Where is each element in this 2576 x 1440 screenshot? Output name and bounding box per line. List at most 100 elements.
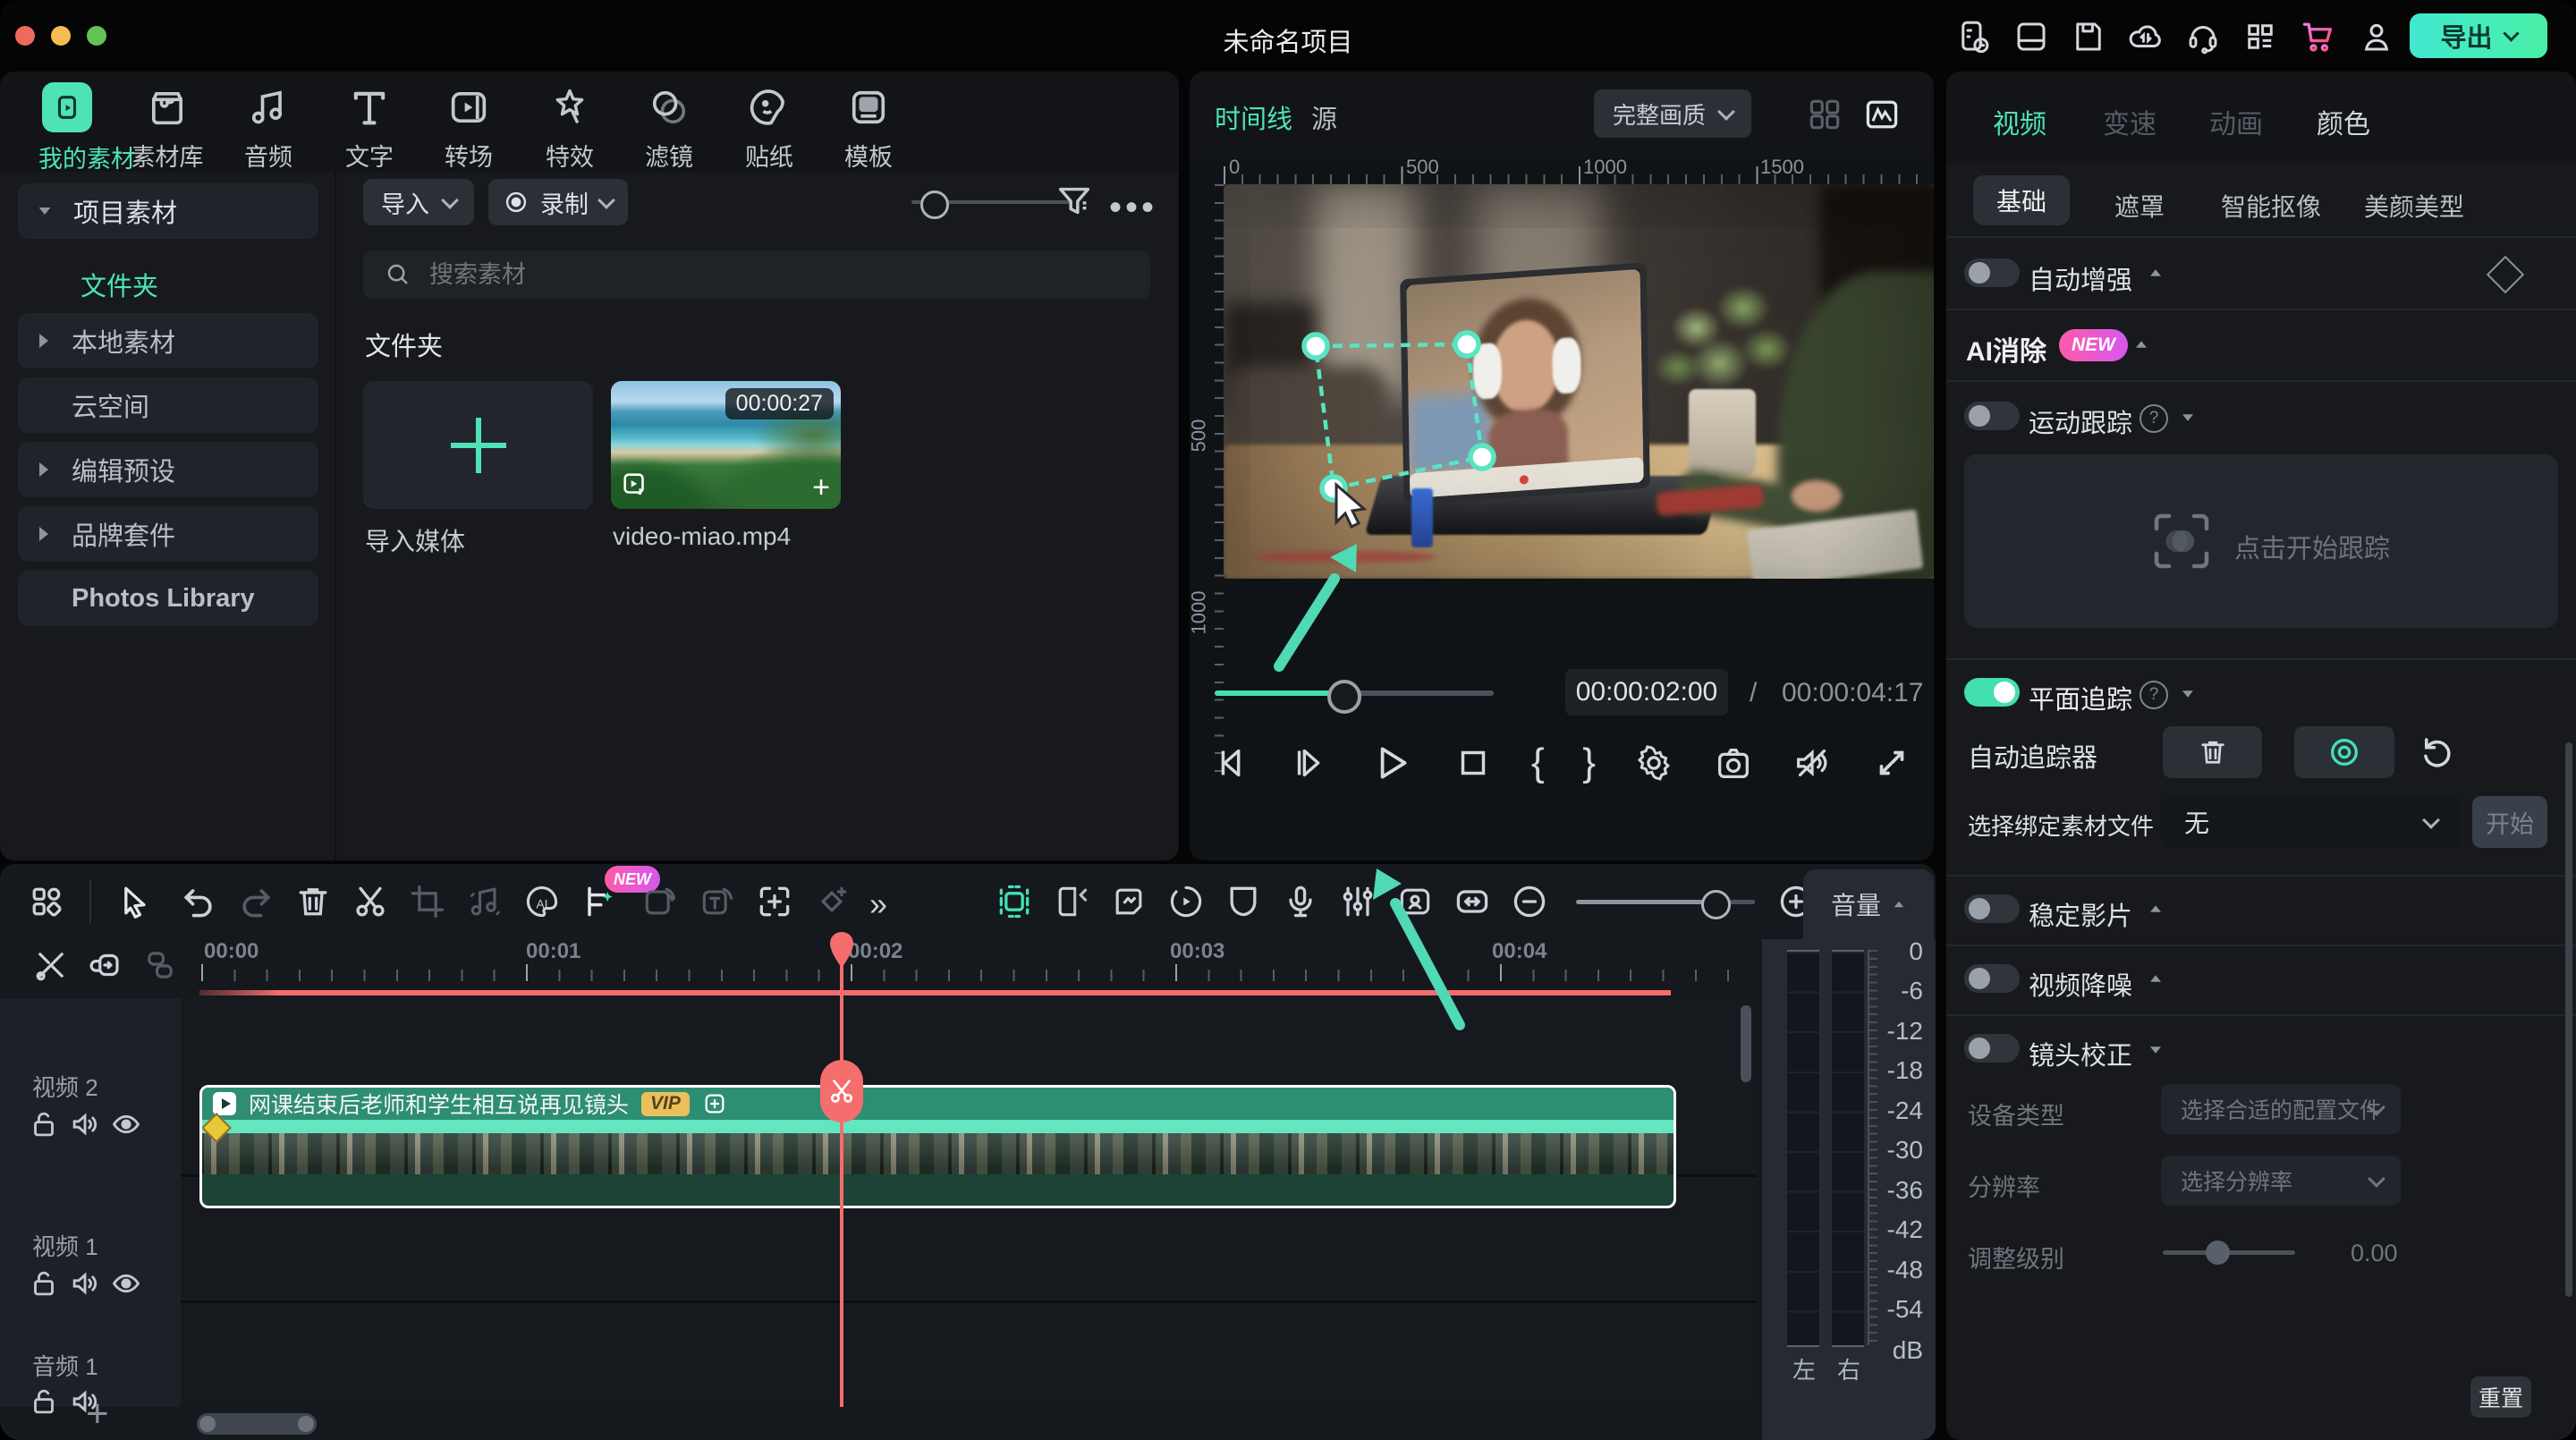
account-icon[interactable]	[2358, 18, 2395, 55]
tab-text[interactable]: 文字	[343, 82, 396, 173]
apps-grid-icon[interactable]	[2241, 18, 2279, 55]
previous-frame-icon[interactable]	[1211, 742, 1252, 784]
clip-speaker-icon[interactable]	[1395, 882, 1435, 921]
layout-icon[interactable]	[2012, 18, 2050, 55]
search-box[interactable]	[363, 250, 1150, 299]
undo-icon[interactable]	[179, 882, 218, 921]
more-options-icon[interactable]: •••	[1109, 188, 1157, 228]
slider-handle[interactable]	[920, 191, 949, 219]
collapse-icon[interactable]	[2150, 975, 2161, 982]
import-button[interactable]: 导入	[363, 179, 474, 225]
sidebar-item-local[interactable]: 本地素材	[18, 313, 318, 368]
lock-icon[interactable]	[27, 1107, 61, 1141]
adjust-level-slider[interactable]	[2163, 1250, 2295, 1255]
show-tracker-button[interactable]	[2294, 726, 2394, 778]
add-track-icon[interactable]: +	[86, 1397, 109, 1431]
tab-speed[interactable]: 变速	[2103, 102, 2157, 141]
ai-color-icon[interactable]: AI	[522, 882, 562, 921]
eye-icon[interactable]	[109, 1266, 143, 1300]
help-icon[interactable]: ?	[2140, 681, 2168, 709]
video-clip-card[interactable]: 00:00:27 +	[611, 381, 841, 509]
resolution-dropdown[interactable]: 选择分辨率	[2161, 1156, 2401, 1206]
scroll-handle-right[interactable]	[298, 1416, 314, 1432]
freeze-frame-icon[interactable]	[1109, 882, 1148, 921]
current-timecode[interactable]: 00:00:02:00	[1565, 669, 1728, 716]
snapshot-icon[interactable]	[1713, 742, 1754, 784]
denoise-toggle[interactable]	[1964, 964, 2020, 993]
speed-icon[interactable]	[1166, 882, 1206, 921]
eye-icon[interactable]	[109, 1107, 143, 1141]
delete-tracker-button[interactable]	[2163, 726, 2262, 778]
expand-icon[interactable]	[2182, 690, 2193, 698]
group-clips-icon[interactable]	[141, 946, 179, 984]
slider-handle[interactable]	[1701, 890, 1731, 919]
lens-correction-toggle[interactable]	[1964, 1034, 2020, 1063]
planar-tracking-overlay[interactable]	[1224, 184, 1934, 579]
more-tools-icon[interactable]: »	[869, 885, 887, 923]
keyframe-add-icon[interactable]	[812, 882, 852, 921]
mark-out-icon[interactable]: }	[1582, 741, 1596, 785]
record-button[interactable]: 录制	[488, 179, 628, 225]
filter-icon[interactable]	[1054, 181, 1095, 222]
search-input[interactable]	[428, 260, 1150, 290]
stabilize-toggle[interactable]	[1964, 894, 2020, 923]
sidebar-item-brand[interactable]: 品牌套件	[18, 506, 318, 562]
reset-tracker-icon[interactable]	[2419, 733, 2456, 771]
sidebar-item-cloud[interactable]: 云空间	[18, 377, 318, 433]
crop-icon[interactable]	[408, 882, 447, 921]
subtab-cutout[interactable]: 智能抠像	[2221, 188, 2321, 224]
collapse-icon[interactable]	[2136, 341, 2147, 348]
split-scissors-badge[interactable]	[820, 1060, 863, 1122]
expand-icon[interactable]	[39, 462, 48, 477]
keyframe-diamond-icon[interactable]	[2487, 256, 2524, 293]
scrub-handle[interactable]	[1327, 680, 1361, 714]
tab-video[interactable]: 视频	[1993, 102, 2046, 141]
start-tracking-button[interactable]: 开始	[2472, 796, 2547, 848]
play-icon[interactable]	[1369, 741, 1414, 785]
stop-icon[interactable]	[1453, 742, 1494, 784]
tab-timeline-view[interactable]: 时间线	[1215, 98, 1292, 136]
inspector-scrollbar[interactable]	[2565, 742, 2572, 1297]
mark-in-icon[interactable]: {	[1531, 741, 1545, 785]
clip-extend-icon[interactable]	[1453, 882, 1492, 921]
timeline-vscrollbar[interactable]	[1741, 1005, 1751, 1082]
reset-button[interactable]: 重置	[2470, 1376, 2531, 1418]
rename-clip-icon[interactable]	[1052, 882, 1091, 921]
motion-tracking-toggle[interactable]	[1964, 402, 2020, 430]
expand-icon[interactable]	[2182, 414, 2193, 421]
text-to-speech-icon[interactable]	[698, 882, 737, 921]
cart-icon[interactable]	[2299, 17, 2338, 56]
lock-icon[interactable]	[27, 1266, 61, 1300]
screen-record-icon[interactable]	[755, 882, 794, 921]
track-header-video2[interactable]: 视频 2	[0, 1052, 181, 1168]
sidebar-item-project[interactable]: 项目素材	[18, 183, 318, 239]
tab-source-view[interactable]: 源	[1311, 98, 1337, 136]
export-button[interactable]: 导出	[2410, 13, 2547, 58]
expand-icon[interactable]	[39, 334, 48, 348]
scroll-handle-left[interactable]	[199, 1416, 216, 1432]
sidebar-item-photos-library[interactable]: Photos Library	[18, 571, 318, 626]
timeline-zoom-slider[interactable]	[1576, 900, 1755, 904]
auto-enhance-toggle[interactable]	[1964, 258, 2020, 287]
tab-color[interactable]: 颜色	[2317, 102, 2370, 141]
thumbnail-size-slider[interactable]	[911, 200, 1072, 204]
subtab-basic[interactable]: 基础	[1973, 175, 2070, 225]
auto-ripple-icon[interactable]	[995, 882, 1034, 921]
fullscreen-icon[interactable]	[1871, 742, 1912, 784]
collapse-icon[interactable]	[39, 208, 51, 215]
start-tracking-box[interactable]: 点击开始跟踪	[1964, 454, 2558, 628]
import-media-card[interactable]	[363, 381, 593, 509]
mask-icon[interactable]	[1224, 882, 1263, 921]
tab-transition[interactable]: 转场	[442, 82, 496, 173]
preview-video[interactable]	[1224, 184, 1934, 579]
select-tool-icon[interactable]	[114, 882, 154, 921]
tab-my-media[interactable]: 我的素材	[38, 82, 96, 174]
split-playhead-icon[interactable]	[32, 946, 70, 984]
quality-dropdown[interactable]: 完整画质	[1594, 89, 1751, 138]
sidebar-item-presets[interactable]: 编辑预设	[18, 442, 318, 497]
speaker-icon[interactable]	[68, 1266, 102, 1300]
toolbox-icon[interactable]	[27, 882, 66, 921]
voiceover-icon[interactable]	[1281, 882, 1320, 921]
playback-settings-icon[interactable]	[1633, 742, 1674, 784]
tab-effects[interactable]: 特效	[543, 82, 597, 173]
